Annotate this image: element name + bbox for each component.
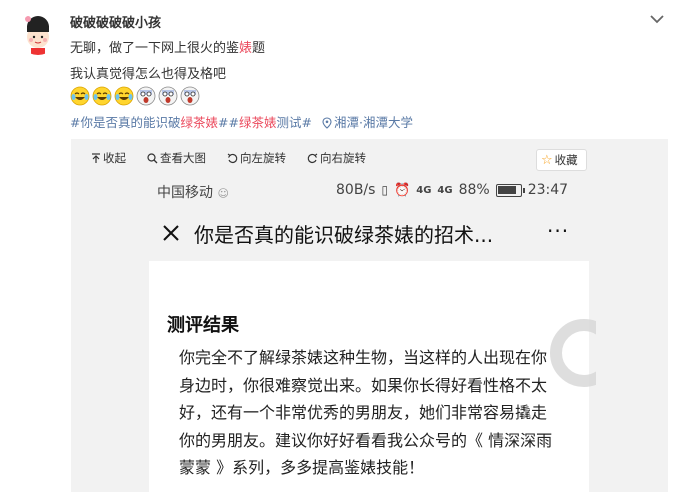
post-text: 题 — [252, 41, 266, 56]
star-icon: ☆ — [541, 153, 553, 168]
phone-carrier: 中国移动 ☺ — [157, 182, 229, 202]
hashtag-text: # — [218, 115, 229, 130]
hashtag-link-1[interactable]: #你是否真的能识破绿茶婊# — [70, 115, 228, 130]
battery-icon — [495, 183, 525, 197]
shocked-emoji — [180, 86, 200, 106]
avatar[interactable] — [17, 13, 59, 55]
more-menu-button[interactable]: ··· — [547, 219, 569, 243]
phone-status-bar: 80B/s ▯ ⏰ 4G 4G 88% 23:47 — [336, 182, 568, 198]
rotate-right-icon — [307, 153, 318, 164]
rotate-left-label: 向左旋转 — [240, 151, 286, 165]
search-icon — [147, 153, 158, 164]
close-icon[interactable] — [161, 223, 181, 243]
page-title: 你是否真的能识破绿茶婊的招术... — [194, 223, 494, 247]
view-large-button[interactable]: 查看大图 — [147, 150, 206, 166]
hashtag-text: 测试 — [276, 115, 302, 130]
post-text: 无聊，做了一下网上很火的鉴 — [70, 41, 240, 56]
result-line: 蒙蒙 》系列，多多提高鉴婊技能！ — [179, 458, 425, 477]
post-text-line-2: 我认真觉得怎么也得及格吧 — [70, 67, 227, 82]
result-line: 身边时，你很难察觉出来。如果你长得好看性格不太 — [179, 375, 548, 395]
hashtag-text: # — [228, 115, 239, 130]
view-large-label: 查看大图 — [160, 151, 206, 165]
emoji-row — [70, 86, 200, 106]
rotate-left-icon — [227, 153, 238, 164]
hashtag-text: # — [301, 115, 312, 130]
network-type-2: 4G — [437, 184, 453, 196]
watermark-logo — [550, 319, 596, 387]
laugh-cry-emoji — [70, 86, 90, 106]
shocked-emoji — [158, 86, 178, 106]
result-line: 好，还有一个非常优秀的男朋友，她们非常容易撬走 — [179, 403, 548, 422]
avatar-image — [17, 13, 59, 55]
location-text: 湘潭·湘潭大学 — [333, 115, 413, 130]
favorite-button[interactable]: ☆ 收藏 — [536, 149, 587, 171]
alarm-icon: ⏰ — [394, 182, 411, 198]
rotate-right-label: 向右旋转 — [320, 151, 366, 165]
username[interactable]: 破破破破破小孩 — [70, 12, 161, 31]
hashtag-link-2[interactable]: #绿茶婊测试# — [228, 115, 312, 130]
image-toolbar: 收起 查看大图 向左旋转 向右旋转 ☆ 收藏 — [71, 139, 668, 177]
collapse-button[interactable]: 收起 — [91, 150, 126, 166]
collapse-arrow-icon — [92, 153, 100, 163]
laugh-cry-emoji — [114, 86, 134, 106]
network-type: 4G — [416, 184, 432, 196]
battery-percent: 88% — [458, 182, 490, 198]
hashtag-highlight: 绿茶婊 — [238, 115, 277, 130]
laugh-cry-emoji — [92, 86, 112, 106]
hashtag-highlight: 绿茶婊 — [180, 115, 218, 130]
carrier-text: 中国移动 — [157, 185, 213, 201]
result-card: 测评结果 你完全不了解绿茶婊这种生物，当这样的人出现在你 身边时，你很难察觉出来… — [149, 261, 589, 492]
cat-icon: ☺ — [217, 187, 229, 200]
vibrate-icon: ▯ — [381, 183, 389, 197]
expanded-image[interactable]: 收起 查看大图 向左旋转 向右旋转 ☆ 收藏 中国移动 ☺ 80B/s ▯ ⏰ 4… — [71, 139, 668, 492]
location-link[interactable]: 湘潭·湘潭大学 — [322, 115, 413, 130]
rotate-right-button[interactable]: 向右旋转 — [307, 150, 366, 166]
result-line: 你的男朋友。建议你好好看看我公众号的《 情深深雨 — [179, 430, 553, 450]
chevron-down-icon[interactable] — [648, 12, 666, 26]
hashtag-text: #你是否真的能识破 — [70, 115, 181, 130]
collapse-label: 收起 — [103, 151, 126, 165]
post-text-line-1: 无聊，做了一下网上很火的鉴婊题 — [70, 37, 265, 56]
phone-time: 23:47 — [527, 182, 569, 198]
result-line: 你完全不了解绿茶婊这种生物，当这样的人出现在你 — [179, 348, 548, 367]
location-pin-icon — [322, 117, 332, 129]
result-title: 测评结果 — [167, 315, 239, 336]
rotate-left-button[interactable]: 向左旋转 — [227, 150, 286, 166]
shocked-emoji — [136, 86, 156, 106]
favorite-label: 收藏 — [554, 153, 578, 167]
network-speed: 80B/s — [336, 182, 376, 198]
post-text-highlight: 婊 — [239, 41, 253, 56]
tags-line: #你是否真的能识破绿茶婊##绿茶婊测试# 湘潭·湘潭大学 — [70, 112, 413, 131]
result-body: 你完全不了解绿茶婊这种生物，当这样的人出现在你 身边时，你很难察觉出来。如果你长… — [179, 344, 579, 482]
